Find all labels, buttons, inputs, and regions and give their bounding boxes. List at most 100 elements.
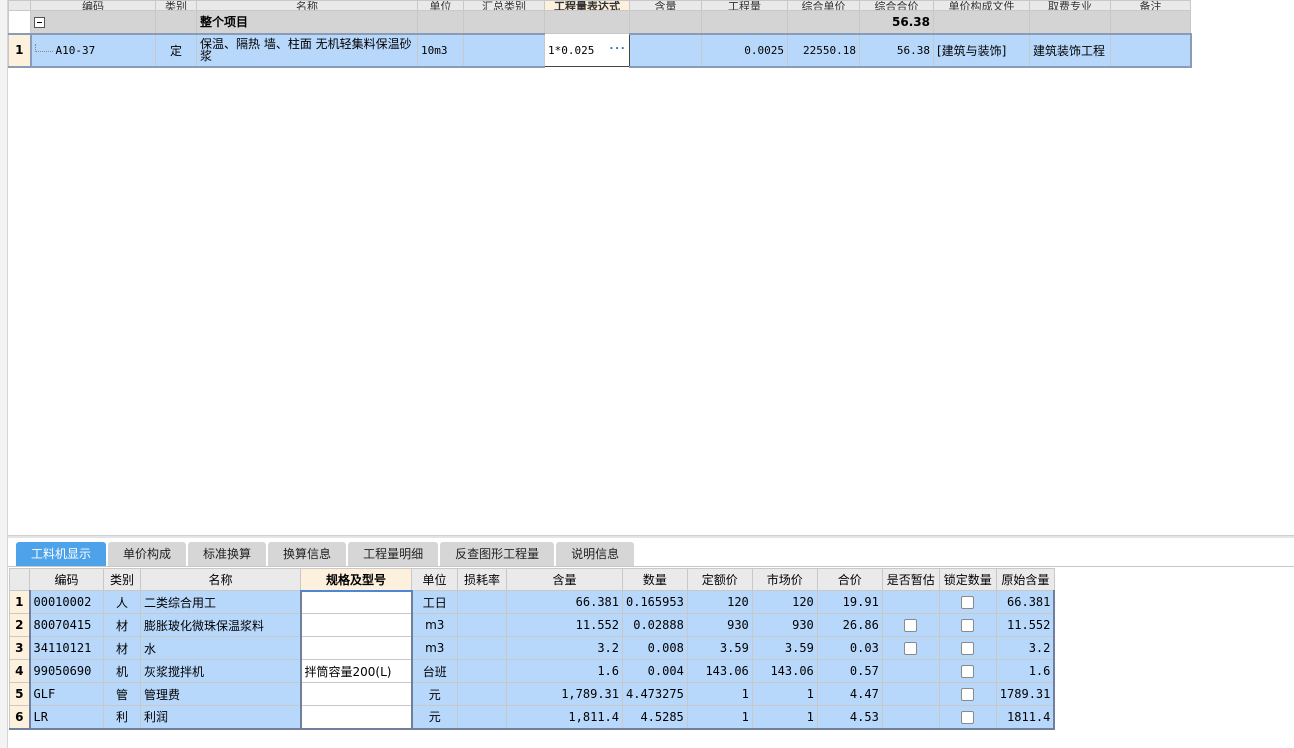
material-name[interactable]: 利润 [140,705,301,730]
header-quantity[interactable]: 数量 [622,568,688,591]
material-spec[interactable] [299,590,413,614]
material-quantity[interactable]: 0.165953 [622,590,688,614]
header-name[interactable]: 名称 [196,0,418,11]
header-total-price[interactable]: 综合合价 [859,0,934,11]
material-quota-price[interactable]: 930 [686,613,753,637]
minus-box-icon[interactable] [34,16,45,28]
material-spec[interactable]: 拌筒容量200(L) [299,659,413,683]
material-content[interactable]: 1,789.31 [506,682,623,706]
material-market-price[interactable]: 143.06 [751,659,818,683]
panel-splitter[interactable] [8,535,1294,538]
lock-cell[interactable] [938,682,997,706]
table-row[interactable]: 5 GLF 管 管理费 元 1,789.31 4.473275 1 1 4.47… [9,682,1056,706]
quota-unit[interactable]: 10m3 [417,32,464,68]
material-unit[interactable]: m3 [411,613,458,637]
tab-materials[interactable]: 工料机显示 [16,542,107,566]
header-name[interactable]: 名称 [140,568,301,591]
quota-fee-specialty[interactable]: 建筑装饰工程 [1029,32,1111,68]
quota-unit-price[interactable]: 22550.18 [787,32,860,68]
material-content[interactable]: 1,811.4 [506,705,623,730]
header-estimate[interactable]: 是否暂估 [881,568,940,591]
quota-price-file[interactable]: [建筑与装饰] [933,32,1030,68]
material-content[interactable]: 1.6 [506,659,623,683]
header-unit[interactable]: 单位 [411,568,458,591]
material-category[interactable]: 材 [103,613,141,637]
header-loss-rate[interactable]: 损耗率 [457,568,507,591]
tab-description[interactable]: 说明信息 [556,542,635,566]
material-unit[interactable]: 元 [411,705,458,730]
material-quantity[interactable]: 0.008 [622,636,688,660]
header-unit-price[interactable]: 综合单价 [787,0,860,11]
lock-quantity-checkbox[interactable] [961,619,975,632]
tab-graphic-quantity[interactable]: 反查图形工程量 [440,542,555,566]
material-code[interactable]: 00010002 [28,590,104,614]
material-code[interactable]: GLF [28,682,104,706]
estimate-checkbox[interactable] [904,619,918,632]
header-category[interactable]: 类别 [103,568,141,591]
material-unit[interactable]: 工日 [411,590,458,614]
header-lock-quantity[interactable]: 锁定数量 [938,568,997,591]
material-content[interactable]: 3.2 [506,636,623,660]
header-spec[interactable]: 规格及型号 [300,568,412,592]
header-total[interactable]: 合价 [816,568,883,591]
material-category[interactable]: 机 [103,659,141,683]
table-row[interactable]: 6 LR 利 利润 元 1,811.4 4.5285 1 1 4.53 1811… [9,705,1056,730]
material-category[interactable]: 人 [103,590,141,614]
quota-code-cell[interactable]: A10-37 [29,32,156,68]
material-code[interactable]: 99050690 [28,659,104,683]
material-content[interactable]: 66.381 [506,590,623,614]
material-loss-rate[interactable] [457,659,507,683]
material-quota-price[interactable]: 1 [686,682,753,706]
lock-cell[interactable] [938,590,997,614]
material-unit[interactable]: m3 [411,636,458,660]
group-row[interactable]: 整个项目 56.38 [8,10,1191,34]
material-name[interactable]: 管理费 [140,682,301,706]
quota-quantity[interactable]: 0.0025 [701,32,788,68]
quota-row[interactable]: 1 A10-37 定 保温、隔热 墙、柱面 无机轻集料保温砂浆 10m3 1*0… [8,32,1192,68]
lock-quantity-checkbox[interactable] [961,665,975,678]
material-market-price[interactable]: 3.59 [751,636,818,660]
material-spec[interactable] [299,636,413,660]
material-quota-price[interactable]: 3.59 [686,636,753,660]
header-quota-price[interactable]: 定额价 [686,568,753,591]
material-loss-rate[interactable] [457,705,507,730]
material-quantity[interactable]: 0.004 [622,659,688,683]
table-row[interactable]: 2 80070415 材 膨胀玻化微珠保温浆料 m3 11.552 0.0288… [9,613,1056,637]
expression-value[interactable]: 1*0.025 [548,44,594,57]
header-content[interactable]: 含量 [629,0,702,11]
estimate-checkbox[interactable] [904,642,918,655]
header-quantity[interactable]: 工程量 [701,0,788,11]
material-name[interactable]: 膨胀玻化微珠保温浆料 [140,613,301,637]
quota-content[interactable] [629,32,702,68]
header-unit[interactable]: 单位 [417,0,464,11]
header-market-price[interactable]: 市场价 [751,568,818,591]
material-code[interactable]: LR [28,705,104,730]
lock-quantity-checkbox[interactable] [961,596,975,609]
material-quota-price[interactable]: 143.06 [686,659,753,683]
lock-quantity-checkbox[interactable] [961,710,975,724]
material-category[interactable]: 利 [103,705,141,730]
tab-standard-conversion[interactable]: 标准换算 [188,542,267,566]
material-content[interactable]: 11.552 [506,613,623,637]
estimate-cell[interactable] [881,636,940,660]
lock-cell[interactable] [938,613,997,637]
quota-note[interactable] [1110,32,1192,68]
material-spec[interactable] [299,613,413,637]
ellipsis-icon[interactable]: ··· [608,42,626,55]
material-spec[interactable] [299,682,413,706]
lock-cell[interactable] [938,636,997,660]
header-expression[interactable]: 工程量表达式 [544,0,630,11]
material-name[interactable]: 二类综合用工 [140,590,301,614]
material-market-price[interactable]: 930 [751,613,818,637]
material-category[interactable]: 管 [103,682,141,706]
material-name[interactable]: 水 [140,636,301,660]
lock-quantity-checkbox[interactable] [961,642,975,655]
table-row[interactable]: 4 99050690 机 灰浆搅拌机 拌筒容量200(L) 台班 1.6 0.0… [9,659,1056,683]
material-market-price[interactable]: 120 [751,590,818,614]
estimate-cell[interactable] [881,613,940,637]
material-quantity[interactable]: 4.5285 [622,705,688,730]
tab-conversion-info[interactable]: 换算信息 [268,542,347,566]
material-market-price[interactable]: 1 [751,705,818,730]
quota-summary-type[interactable] [463,32,545,68]
header-content[interactable]: 含量 [506,568,623,591]
